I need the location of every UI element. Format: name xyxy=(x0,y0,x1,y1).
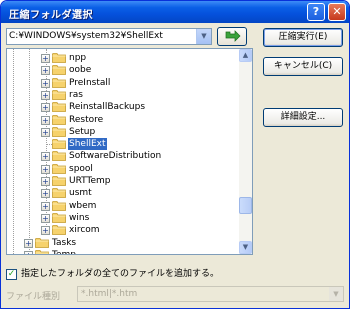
add-all-files-label: 指定したフォルダの全てのファイルを追加する。 xyxy=(21,269,220,279)
tree-item[interactable]: + npp xyxy=(7,52,227,64)
folder-icon xyxy=(52,151,66,162)
tree-item[interactable]: + Setup xyxy=(7,126,227,138)
folder-icon xyxy=(52,212,66,223)
folder-select-dialog: 圧縮フォルダ選択 ? ✕ C:¥WINDOWS¥system32¥ShellEx… xyxy=(0,0,350,309)
tree-item-label: wins xyxy=(69,212,90,223)
tree-item-label: Restore xyxy=(69,114,104,125)
go-arrow-icon xyxy=(225,30,241,42)
folder-icon xyxy=(52,200,66,211)
expand-toggle[interactable]: + xyxy=(41,103,50,113)
title-bar[interactable]: 圧縮フォルダ選択 ? ✕ xyxy=(1,1,349,23)
tree-item-label: Setup xyxy=(69,126,96,137)
tree-item[interactable]: + wins xyxy=(7,212,227,224)
scroll-thumb[interactable] xyxy=(239,197,252,214)
folder-icon xyxy=(52,176,66,186)
tree-item[interactable]: + ReinstallBackups xyxy=(7,101,227,113)
tree-item[interactable]: + Tasks xyxy=(7,237,227,249)
compress-button[interactable]: 圧縮実行(E) xyxy=(263,28,343,47)
chevron-down-icon[interactable]: ▼ xyxy=(196,29,211,44)
tree-item-label: ReinstallBackups xyxy=(69,102,146,113)
tree-item-label: spool xyxy=(69,163,93,174)
tree-item-label: Temp xyxy=(52,249,76,255)
folder-icon xyxy=(52,188,66,199)
tree-item-label: SoftwareDistribution xyxy=(69,151,162,162)
expand-toggle[interactable]: + xyxy=(41,66,50,76)
tree-item-label: ShellExt xyxy=(67,137,108,152)
folder-icon xyxy=(35,249,49,254)
folder-icon xyxy=(52,139,66,149)
scroll-up-button[interactable]: ▲ xyxy=(239,49,252,62)
tree-item[interactable]: + URTTemp xyxy=(7,175,227,187)
folder-tree-content: + npp + oobe + PreInstall + ras + ReinstallBackup… xyxy=(7,49,237,254)
scroll-down-button[interactable]: ▼ xyxy=(239,241,252,254)
folder-icon xyxy=(52,225,66,236)
folder-icon xyxy=(52,53,66,63)
tree-item[interactable]: + Restore xyxy=(7,114,227,126)
folder-icon xyxy=(52,77,66,88)
help-button[interactable]: ? xyxy=(307,3,325,21)
advanced-settings-button[interactable]: 詳細設定... xyxy=(263,108,343,127)
tree-item[interactable]: + usmt xyxy=(7,187,227,199)
expand-toggle[interactable]: + xyxy=(41,54,50,63)
tree-item[interactable]: + SoftwareDistribution xyxy=(7,150,227,162)
tree-item-label: oobe xyxy=(69,65,92,76)
expand-toggle[interactable]: + xyxy=(41,177,50,186)
tree-item[interactable]: + Temp xyxy=(7,249,227,255)
cancel-button[interactable]: キャンセル(C) xyxy=(263,57,343,76)
window-title: 圧縮フォルダ選択 xyxy=(9,10,93,21)
tree-item[interactable]: + ras xyxy=(7,89,227,101)
expand-toggle[interactable]: + xyxy=(41,152,50,162)
path-value: C:¥WINDOWS¥system32¥ShellExt xyxy=(9,31,163,41)
folder-icon xyxy=(52,163,66,174)
folder-icon xyxy=(52,102,66,113)
tree-item[interactable]: + PreInstall xyxy=(7,77,227,89)
folder-icon xyxy=(52,114,66,125)
folder-icon xyxy=(35,237,49,248)
tree-item[interactable]: + spool xyxy=(7,163,227,175)
path-combobox[interactable]: C:¥WINDOWS¥system32¥ShellExt ▼ xyxy=(6,28,212,45)
folder-icon xyxy=(52,126,66,137)
tree-item-label: usmt xyxy=(69,188,92,199)
vertical-scrollbar[interactable]: ▲ ▼ xyxy=(239,49,252,254)
expand-toggle[interactable]: + xyxy=(41,213,50,223)
tree-item[interactable]: + wbem xyxy=(7,200,227,212)
file-type-label: ファイル種別 xyxy=(6,292,61,302)
folder-tree[interactable]: + npp + oobe + PreInstall + ras + ReinstallBackup… xyxy=(6,48,253,255)
expand-toggle[interactable]: + xyxy=(41,127,50,137)
tree-item[interactable]: + oobe xyxy=(7,64,227,76)
chevron-down-icon: ▼ xyxy=(329,287,343,301)
expand-toggle[interactable]: + xyxy=(41,201,50,211)
tree-item-label: PreInstall xyxy=(69,77,111,88)
tree-item-label: ras xyxy=(69,89,83,100)
expand-toggle[interactable]: + xyxy=(41,90,50,100)
expand-toggle[interactable]: + xyxy=(24,238,33,248)
expand-toggle[interactable]: + xyxy=(41,164,50,174)
add-all-files-checkbox[interactable]: ✓ xyxy=(6,269,17,280)
expand-toggle[interactable]: + xyxy=(41,226,50,236)
tree-item-label: Tasks xyxy=(52,237,77,248)
expand-toggle[interactable]: + xyxy=(24,250,33,254)
tree-item-label: npp xyxy=(69,53,87,63)
tree-item-label: URTTemp xyxy=(69,176,111,186)
close-button[interactable]: ✕ xyxy=(328,3,346,21)
add-all-files-option[interactable]: ✓ 指定したフォルダの全てのファイルを追加する。 xyxy=(6,269,256,281)
expand-toggle[interactable]: + xyxy=(41,115,50,125)
tree-item[interactable]: + xircom xyxy=(7,224,227,236)
close-icon: ✕ xyxy=(332,5,342,18)
go-button[interactable] xyxy=(217,27,247,46)
tree-item-label: xircom xyxy=(69,225,100,236)
expand-toggle[interactable]: + xyxy=(41,189,50,199)
folder-icon xyxy=(52,65,66,76)
tree-item[interactable]: ShellExt xyxy=(7,137,227,152)
file-type-combobox: *.html|*.htm ▼ xyxy=(77,286,344,302)
help-icon: ? xyxy=(312,5,320,18)
expand-toggle[interactable]: + xyxy=(41,78,50,88)
tree-item-label: wbem xyxy=(69,200,97,211)
file-type-value: *.html|*.htm xyxy=(81,289,138,299)
folder-icon xyxy=(52,89,66,100)
